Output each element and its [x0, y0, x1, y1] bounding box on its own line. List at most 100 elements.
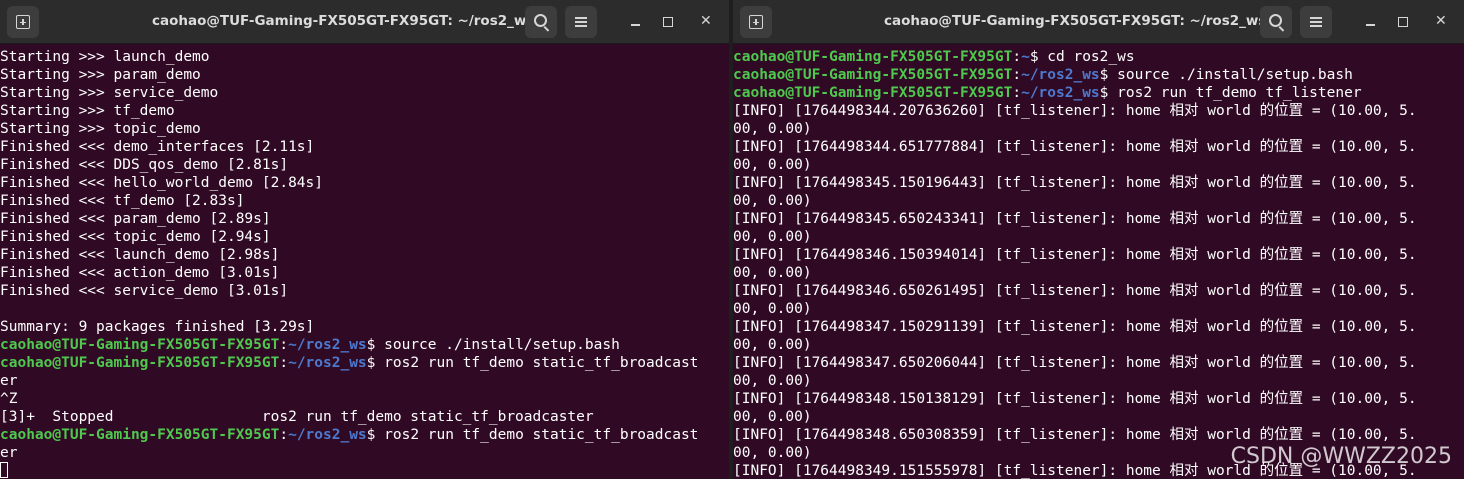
output-line: Finished <<< demo_interfaces [2.11s]	[0, 139, 315, 155]
output-line: [INFO] [1764498346.150394014] [tf_listen…	[733, 247, 1417, 263]
search-icon	[1269, 14, 1282, 27]
maximize-button[interactable]	[1391, 10, 1415, 34]
output-line: [INFO] [1764498346.650261495] [tf_listen…	[733, 283, 1417, 299]
hamburger-menu-icon	[575, 16, 587, 28]
prompt-path: ~/ros2_ws	[288, 427, 367, 443]
new-tab-button[interactable]	[740, 6, 772, 38]
minimize-icon	[631, 24, 640, 26]
output-line: 00, 0.00)	[733, 193, 812, 209]
output-line: Starting >>> service_demo	[0, 85, 219, 101]
cursor-line	[0, 462, 729, 479]
prompt-line: caohao@TUF-Gaming-FX505GT-FX95GT:~/ros2_…	[733, 66, 1464, 84]
output-line: Finished <<< DDS_qos_demo [2.81s]	[0, 157, 289, 173]
output-line: [INFO] [1764498347.150291139] [tf_listen…	[733, 319, 1417, 335]
maximize-icon	[663, 17, 673, 27]
output-line: Finished <<< service_demo [3.01s]	[0, 283, 289, 299]
minimize-button[interactable]	[1359, 10, 1383, 34]
new-tab-button[interactable]	[7, 6, 39, 38]
close-button[interactable]: ✕	[695, 10, 719, 34]
output-line: Summary: 9 packages finished [3.29s]	[0, 319, 315, 335]
prompt-separator: :	[279, 355, 289, 371]
output-line: 00, 0.00)	[733, 409, 812, 425]
maximize-button[interactable]	[656, 10, 680, 34]
output-line: [INFO] [1764498347.650206044] [tf_listen…	[733, 355, 1417, 371]
output-line: Finished <<< hello_world_demo [2.84s]	[0, 175, 324, 191]
search-button[interactable]	[1260, 6, 1292, 38]
output-line: er	[0, 445, 18, 461]
command-text: $ source ./install/setup.bash	[366, 337, 620, 353]
output-line: 00, 0.00)	[733, 229, 812, 245]
minimize-icon	[1366, 24, 1375, 26]
prompt-path: ~	[1021, 49, 1030, 65]
output-line: Finished <<< launch_demo [2.98s]	[0, 247, 280, 263]
title-bar[interactable]: caohao@TUF-Gaming-FX505GT-FX95GT: ~/ros2…	[733, 0, 1464, 44]
output-line: [3]+ Stopped ros2 run tf_demo static_tf_…	[0, 409, 594, 425]
output-line: 00, 0.00)	[733, 337, 812, 353]
output-line: 00, 0.00)	[733, 121, 812, 137]
prompt-separator: :	[279, 337, 289, 353]
output-line: Starting >>> tf_demo	[0, 103, 175, 119]
prompt-path: ~/ros2_ws	[288, 337, 367, 353]
window-title: caohao@TUF-Gaming-FX505GT-FX95GT: ~/ros2…	[152, 13, 535, 29]
output-line: 00, 0.00)	[733, 157, 812, 173]
prompt-path: ~/ros2_ws	[1021, 85, 1100, 101]
minimize-button[interactable]	[624, 10, 648, 34]
output-line: [INFO] [1764498344.651777884] [tf_listen…	[733, 139, 1417, 155]
output-line: 00, 0.00)	[733, 373, 812, 389]
output-line: Starting >>> topic_demo	[0, 121, 201, 137]
command-text: $ ros2 run tf_demo static_tf_broadcast	[366, 427, 699, 443]
menu-button[interactable]	[1300, 6, 1332, 38]
output-line: [INFO] [1764498344.207636260] [tf_listen…	[733, 103, 1417, 119]
prompt-line: caohao@TUF-Gaming-FX505GT-FX95GT:~/ros2_…	[0, 426, 729, 444]
output-line: [INFO] [1764498345.650243341] [tf_listen…	[733, 211, 1417, 227]
prompt-line: caohao@TUF-Gaming-FX505GT-FX95GT:~/ros2_…	[0, 336, 729, 354]
prompt-separator: :	[1012, 67, 1022, 83]
prompt-host: caohao@TUF-Gaming-FX505GT-FX95GT	[0, 355, 280, 371]
prompt-host: caohao@TUF-Gaming-FX505GT-FX95GT	[0, 337, 280, 353]
prompt-line: caohao@TUF-Gaming-FX505GT-FX95GT:~/ros2_…	[733, 84, 1464, 102]
search-icon	[534, 14, 547, 27]
output-line: Finished <<< topic_demo [2.94s]	[0, 229, 271, 245]
prompt-host: caohao@TUF-Gaming-FX505GT-FX95GT	[0, 427, 280, 443]
new-tab-icon	[749, 15, 763, 29]
search-button[interactable]	[525, 6, 557, 38]
output-line: 00, 0.00)	[733, 265, 812, 281]
close-icon: ✕	[700, 13, 712, 29]
prompt-host: caohao@TUF-Gaming-FX505GT-FX95GT	[733, 49, 1013, 65]
prompt-path: ~/ros2_ws	[288, 355, 367, 371]
prompt-host: caohao@TUF-Gaming-FX505GT-FX95GT	[733, 67, 1013, 83]
close-icon: ✕	[1435, 13, 1447, 29]
terminal-output[interactable]: Starting >>> launch_demo Starting >>> par…	[0, 44, 729, 479]
prompt-separator: :	[279, 427, 289, 443]
output-line: Starting >>> launch_demo	[0, 49, 210, 65]
window-title: caohao@TUF-Gaming-FX505GT-FX95GT: ~/ros2…	[884, 13, 1267, 29]
prompt-separator: :	[1012, 49, 1022, 65]
maximize-icon	[1398, 17, 1408, 27]
command-text: $ source ./install/setup.bash	[1099, 67, 1353, 83]
prompt-host: caohao@TUF-Gaming-FX505GT-FX95GT	[733, 85, 1013, 101]
menu-button[interactable]	[565, 6, 597, 38]
hamburger-menu-icon	[1310, 16, 1322, 28]
output-line: Starting >>> param_demo	[0, 67, 201, 83]
close-button[interactable]: ✕	[1430, 10, 1454, 34]
output-line: [INFO] [1764498348.650308359] [tf_listen…	[733, 427, 1417, 443]
command-text: $ cd ros2_ws	[1029, 49, 1135, 65]
prompt-line: caohao@TUF-Gaming-FX505GT-FX95GT:~/ros2_…	[0, 354, 729, 372]
title-bar[interactable]: caohao@TUF-Gaming-FX505GT-FX95GT: ~/ros2…	[0, 0, 729, 44]
prompt-path: ~/ros2_ws	[1021, 67, 1100, 83]
output-line: ^Z	[0, 391, 18, 407]
new-tab-icon	[16, 15, 30, 29]
text-cursor	[0, 462, 8, 478]
command-text: $ ros2 run tf_demo static_tf_broadcast	[366, 355, 699, 371]
output-line: Finished <<< param_demo [2.89s]	[0, 211, 271, 227]
output-line: [INFO] [1764498348.150138129] [tf_listen…	[733, 391, 1417, 407]
command-text: $ ros2 run tf_demo tf_listener	[1099, 85, 1362, 101]
output-line: [INFO] [1764498345.150196443] [tf_listen…	[733, 175, 1417, 191]
output-line: Finished <<< tf_demo [2.83s]	[0, 193, 245, 209]
output-line: Finished <<< action_demo [3.01s]	[0, 265, 280, 281]
terminal-output[interactable]: caohao@TUF-Gaming-FX505GT-FX95GT:~$ cd r…	[733, 44, 1464, 479]
prompt-separator: :	[1012, 85, 1022, 101]
terminal-window-right: caohao@TUF-Gaming-FX505GT-FX95GT: ~/ros2…	[733, 0, 1464, 479]
output-line: er	[0, 373, 18, 389]
